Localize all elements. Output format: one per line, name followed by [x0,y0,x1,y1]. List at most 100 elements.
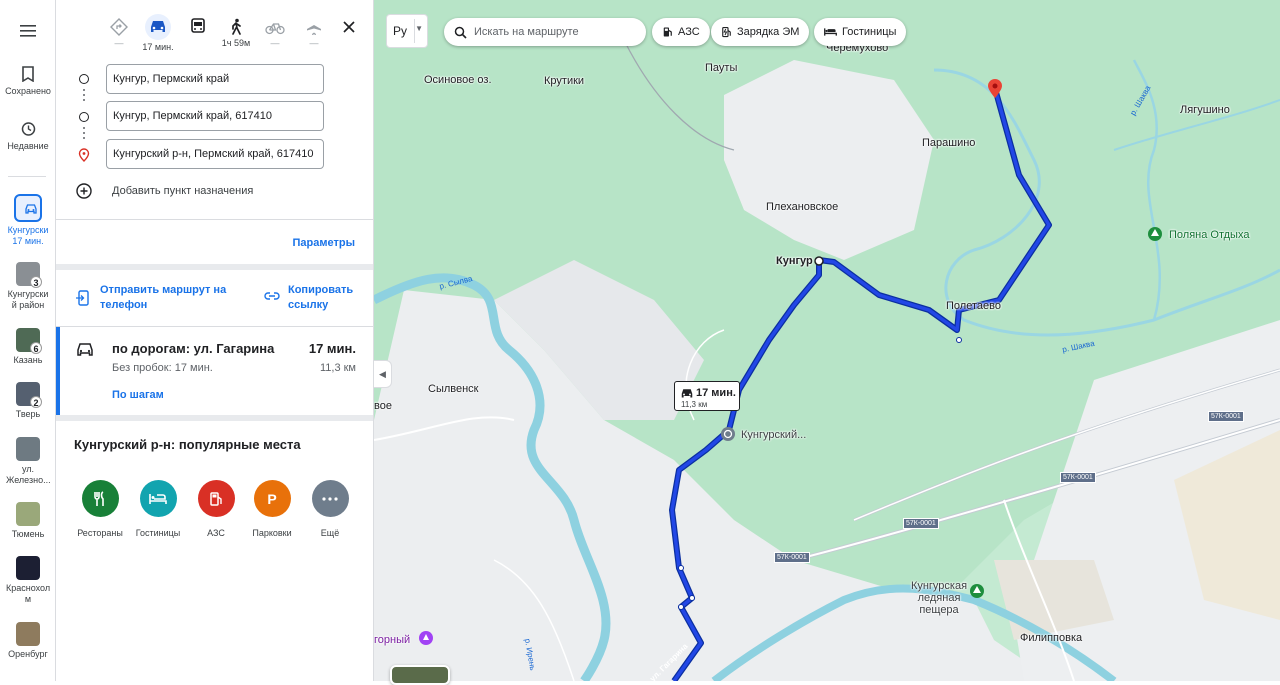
mode-flight[interactable]: — [294,14,334,48]
layers-toggle[interactable] [390,665,450,685]
history-label: ул. Железно... [6,464,51,485]
mode-car[interactable]: 17 мин. [138,14,178,52]
recent-label: Недавние [7,141,49,151]
link-icon [264,292,280,300]
map-label-voe[interactable]: вое [374,400,392,412]
section-divider [56,264,373,270]
map-label-filippovka[interactable]: Филипповка [1020,632,1082,644]
hotel-icon [824,28,837,36]
map-label-krutiki[interactable]: Крутики [544,75,584,87]
add-destination-label: Добавить пункт назначения [112,185,254,197]
map-label-polyana[interactable]: Поляна Отдыха [1169,229,1249,241]
bicycle-icon [265,23,285,35]
route-title: по дорогам: ул. Гагарина [112,341,275,356]
route-time-callout[interactable]: 17 мин. 11,3 км [674,381,740,411]
map-label-lyagushino[interactable]: Лягушино [1180,104,1230,116]
map-label-osinovoe[interactable]: Осиновое оз. [424,74,492,86]
directions-panel: — 17 мин. 1ч 59м — — Кунгур, Пермский кр… [56,0,374,681]
restaurant-icon [81,480,119,517]
history-item[interactable]: ул. Железно... [0,437,56,486]
mode-walk[interactable]: 1ч 59м [216,14,256,48]
search-icon [454,26,467,39]
map-label-plekhanovskoe[interactable]: Плехановское [766,201,838,213]
mode-bike-dash: — [270,38,280,48]
history-item[interactable]: 3 Кунгурски й район [0,262,56,311]
step-by-step-link[interactable]: По шагам [112,389,164,401]
search-placeholder: Искать на маршруте [474,26,579,38]
map-label-parashino[interactable]: Парашино [922,137,975,149]
map-label-poletaevo[interactable]: Полетаево [946,300,1001,312]
bookmark-icon [22,66,34,82]
rail-route-item[interactable]: Кунгурски 17 мин. [0,194,56,247]
map-label-peshchera[interactable]: Кунгурская ледяная пещера [904,580,974,616]
start-point-icon [79,74,89,84]
category-gas-stations[interactable]: АЗС [187,480,245,538]
history-item[interactable]: 6 Казань [0,328,56,366]
collapse-panel-button[interactable]: ◀ [374,360,392,388]
count-badge: 2 [30,396,42,408]
saved-button[interactable]: Сохранено [0,66,56,97]
add-destination-button[interactable]: Добавить пункт назначения [76,183,253,202]
menu-button[interactable] [0,24,56,42]
copy-link-button[interactable]: Копировать ссылку [264,283,368,313]
popular-places-title: Кунгурский р-н: популярные места [74,437,301,452]
history-item[interactable]: Тюмень [0,502,56,540]
connector-dots [83,127,85,142]
send-to-phone-icon [76,290,89,306]
category-parking[interactable]: P Парковки [243,480,301,538]
category-label: АЗС [207,528,225,538]
category-label: Парковки [252,528,292,538]
category-label: Гостиницы [135,528,181,538]
close-directions-button[interactable] [343,20,355,38]
mode-transit[interactable] [178,14,218,48]
route-card[interactable]: по дорогам: ул. Гагарина 17 мин. Без про… [56,327,373,415]
history-label: Оренбург [8,649,48,659]
copy-link-label: Копировать ссылку [288,284,354,311]
map-label-gorny[interactable]: горный [374,634,410,646]
send-to-phone-button[interactable]: Отправить маршрут на телефон [76,283,240,313]
waypoint-input-destination[interactable]: Кунгурский р-н, Пермский край, 617410 [106,139,324,169]
category-more[interactable]: Ещё [301,480,359,538]
car-mode-bg [145,14,171,40]
search-along-route[interactable]: Искать на маршруте [444,18,646,46]
route-thumb [14,194,42,222]
travel-modes: — 17 мин. 1ч 59м — — [56,14,373,54]
map-label-kungur[interactable]: Кунгур [776,255,813,267]
waypoint-input-middle[interactable]: Кунгур, Пермский край, 617410 [106,101,324,131]
history-label: Кунгурски й район [7,289,49,310]
map-label-kungursky[interactable]: Кунгурский... [741,429,806,441]
count-badge: 6 [30,342,42,354]
history-item[interactable]: Оренбург [0,622,56,660]
place-thumb [16,502,40,526]
route-options-link[interactable]: Параметры [293,237,355,249]
map-canvas[interactable]: Черемухово Пауты Осиновое оз. Крутики Ля… [374,0,1280,681]
mode-bike[interactable]: — [255,14,295,48]
chevron-left-icon: ◀ [379,369,386,379]
waypoint-input-start[interactable]: Кунгур, Пермский край [106,64,324,94]
mode-best[interactable]: — [99,14,139,48]
history-item[interactable]: 2 Тверь [0,382,56,420]
chip-hotels[interactable]: Гостиницы [814,18,907,46]
category-label: Рестораны [77,528,123,538]
walking-icon [232,18,241,35]
mode-transit-time [178,38,218,48]
language-select[interactable]: Ру ▼ [386,14,428,48]
category-restaurants[interactable]: Рестораны [71,480,129,538]
map-label-pauty[interactable]: Пауты [705,62,737,74]
chip-ev-charging[interactable]: Зарядка ЭМ [711,18,810,46]
route-traffic: Без пробок: 17 мин. [112,362,213,374]
chip-gas-stations[interactable]: АЗС [652,18,710,46]
parking-icon: P [253,480,291,517]
history-item[interactable]: Краснохол м [0,556,56,605]
callout-time: 17 мин. [696,387,736,399]
map-label-sylvensk[interactable]: Сылвенск [428,383,479,395]
language-value: Ру [393,24,408,38]
saved-label: Сохранено [5,86,51,96]
place-thumb: 6 [16,328,42,354]
route-distance: 11,3 км [319,362,356,374]
route-time: 17 мин. [308,341,356,356]
category-hotels[interactable]: Гостиницы [129,480,187,538]
place-thumb: 2 [16,382,42,408]
recent-button[interactable]: Недавние [0,121,56,152]
category-label: Ещё [320,528,340,538]
